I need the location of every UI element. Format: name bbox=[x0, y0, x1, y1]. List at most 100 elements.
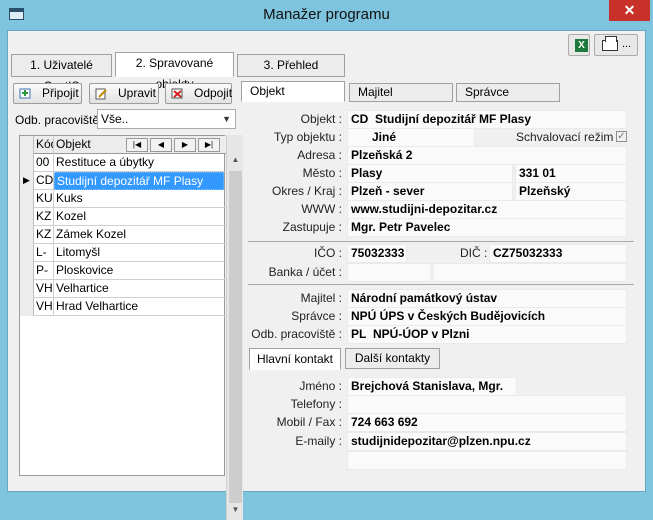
mesto-value: Plasy bbox=[347, 164, 513, 183]
row-kod: KZ bbox=[34, 208, 54, 226]
row-name: Hrad Velhartice bbox=[56, 299, 139, 313]
email-value[interactable]: studijnidepozitar@plzen.npu.cz bbox=[347, 432, 627, 451]
title-bar: Manažer programu ✕ bbox=[0, 0, 653, 30]
objekt-kod: CD bbox=[351, 112, 369, 126]
grid-scrollbar[interactable]: ▲ ▼ bbox=[226, 135, 243, 520]
edit-icon bbox=[95, 88, 107, 100]
row-kod: KZ bbox=[34, 226, 54, 244]
next-record-button[interactable]: ▶ bbox=[174, 138, 196, 152]
adresa-value: Plzeňská 2 bbox=[347, 146, 627, 165]
row-kod: CD bbox=[34, 172, 54, 190]
email-value-2 bbox=[347, 451, 627, 470]
row-name: Kozel bbox=[56, 209, 87, 223]
detail-tab-objekt[interactable]: Objekt bbox=[241, 81, 345, 102]
psc-value: 331 01 bbox=[515, 164, 627, 183]
table-row-selected[interactable]: ▶ CD Studijní depozitář MF Plasy bbox=[20, 172, 226, 190]
row-kod: 00 bbox=[34, 154, 54, 172]
odb-pracoviste-value: PL NPÚ-ÚOP v Plzni bbox=[347, 325, 627, 344]
table-row[interactable]: KZ Zámek Kozel bbox=[20, 226, 226, 244]
scrollbar-thumb[interactable] bbox=[229, 171, 242, 503]
table-row[interactable]: 00 Restituce a úbytky bbox=[20, 154, 226, 172]
export-excel-button[interactable]: X bbox=[568, 34, 590, 56]
main-window: X ... 1. Uživatelé CastIS 2. Spravované … bbox=[7, 30, 646, 520]
grid-header: Kód Objekt |◀ ◀ ▶ ▶| bbox=[20, 136, 226, 154]
filter-select[interactable]: Vše.. ▼ bbox=[97, 109, 236, 129]
majitel-value: Národní památkový ústav bbox=[347, 289, 627, 308]
scroll-down-icon[interactable]: ▼ bbox=[227, 505, 244, 514]
spravce-label: Správce : bbox=[291, 309, 342, 323]
okres-value: Plzeň - sever bbox=[347, 182, 513, 201]
ico-value: 75032333 bbox=[347, 244, 407, 263]
odb-pracoviste-nazev: NPÚ-ÚOP v Plzni bbox=[373, 327, 470, 341]
chevron-down-icon: ▼ bbox=[222, 114, 231, 124]
banka-label: Banka / účet : bbox=[268, 265, 342, 279]
schvalovaci-rezim-label: Schvalovací režim : bbox=[516, 130, 621, 144]
connect-label: Připojit bbox=[42, 86, 79, 100]
detail-tab-spravce[interactable]: Správce bbox=[456, 83, 560, 102]
banka-value bbox=[347, 263, 431, 282]
spravce-value: NPÚ ÚPS v Českých Budějovicích bbox=[347, 307, 627, 326]
grid-header-objekt: Objekt bbox=[56, 137, 91, 151]
table-row[interactable]: VH Hrad Velhartice bbox=[20, 298, 226, 316]
tab-uzivatele[interactable]: 1. Uživatelé CastIS bbox=[11, 54, 112, 93]
last-record-button[interactable]: ▶| bbox=[198, 138, 220, 152]
ucet-value bbox=[433, 263, 627, 282]
row-name: Studijní depozitář MF Plasy bbox=[54, 172, 224, 190]
row-name: Kuks bbox=[56, 191, 83, 205]
schvalovaci-rezim-checkbox[interactable]: ✓ bbox=[616, 131, 627, 142]
row-kod: L- bbox=[34, 244, 54, 262]
table-row[interactable]: L- Litomyšl bbox=[20, 244, 226, 262]
tab-spravovane-objekty[interactable]: 2. Spravované objekty bbox=[115, 52, 234, 91]
row-pointer-icon: ▶ bbox=[20, 172, 34, 190]
dic-label: DIČ : bbox=[460, 246, 488, 260]
prev-record-button[interactable]: ◀ bbox=[150, 138, 172, 152]
print-button[interactable]: ... bbox=[594, 34, 638, 56]
row-kod: VH bbox=[34, 298, 54, 316]
row-kod: VH bbox=[34, 280, 54, 298]
divider bbox=[248, 284, 634, 285]
table-row[interactable]: P- Ploskovice bbox=[20, 262, 226, 280]
row-name: Zámek Kozel bbox=[56, 227, 127, 241]
mobil-fax-value: 724 663 692 bbox=[347, 413, 627, 432]
disconnect-button[interactable]: Odpojit bbox=[165, 83, 232, 104]
www-label: WWW : bbox=[301, 202, 342, 216]
excel-icon: X bbox=[575, 39, 588, 52]
mobil-fax-label: Mobil / Fax : bbox=[276, 415, 342, 429]
email-label: E-maily : bbox=[295, 434, 342, 448]
objekt-nazev: Studijní depozitář MF Plasy bbox=[375, 112, 532, 126]
contact-tab-dalsi[interactable]: Další kontakty bbox=[345, 348, 440, 369]
jmeno-value: Brejchová Stanislava, Mgr. bbox=[347, 377, 517, 396]
disconnect-label: Odpojit bbox=[194, 86, 233, 100]
tab-prehled-prihlaseni[interactable]: 3. Přehled přihlášení bbox=[237, 54, 345, 93]
detail-tab-majitel[interactable]: Majitel bbox=[349, 83, 453, 102]
ico-label: IČO : bbox=[313, 246, 342, 260]
row-name: Velhartice bbox=[56, 281, 109, 295]
typ-objektu-value: Jiné bbox=[347, 128, 475, 147]
jmeno-label: Jméno : bbox=[299, 379, 342, 393]
typ-objektu-label: Typ objektu : bbox=[273, 130, 342, 144]
majitel-label: Majitel : bbox=[300, 291, 342, 305]
connect-icon bbox=[19, 88, 31, 99]
www-value[interactable]: www.studijni-depozitar.cz bbox=[347, 200, 627, 219]
print-button-label: ... bbox=[622, 38, 632, 50]
divider bbox=[248, 241, 634, 242]
table-row[interactable]: KZ Kozel bbox=[20, 208, 226, 226]
scroll-up-icon[interactable]: ▲ bbox=[227, 155, 244, 164]
connect-button[interactable]: Připojit bbox=[13, 83, 82, 104]
contact-tab-hlavni[interactable]: Hlavní kontakt bbox=[249, 348, 341, 370]
edit-label: Upravit bbox=[118, 86, 157, 100]
table-row[interactable]: KU Kuks bbox=[20, 190, 226, 208]
telefony-label: Telefony : bbox=[290, 397, 342, 411]
table-row[interactable]: VH Velhartice bbox=[20, 280, 226, 298]
close-button[interactable]: ✕ bbox=[609, 0, 650, 21]
objekt-label: Objekt : bbox=[300, 112, 342, 126]
objects-grid: Kód Objekt |◀ ◀ ▶ ▶| 00Restituce a úbytk… bbox=[19, 135, 226, 476]
edit-button[interactable]: Upravit bbox=[89, 83, 159, 104]
printer-icon bbox=[602, 36, 618, 51]
zastupuje-value: Mgr. Petr Pavelec bbox=[347, 218, 627, 237]
kraj-value: Plzeňský bbox=[515, 182, 627, 201]
first-record-button[interactable]: |◀ bbox=[126, 138, 148, 152]
telefony-value bbox=[347, 395, 627, 414]
filter-label: Odb. pracoviště : bbox=[15, 113, 106, 127]
odb-pracoviste-kod: PL bbox=[351, 327, 367, 341]
